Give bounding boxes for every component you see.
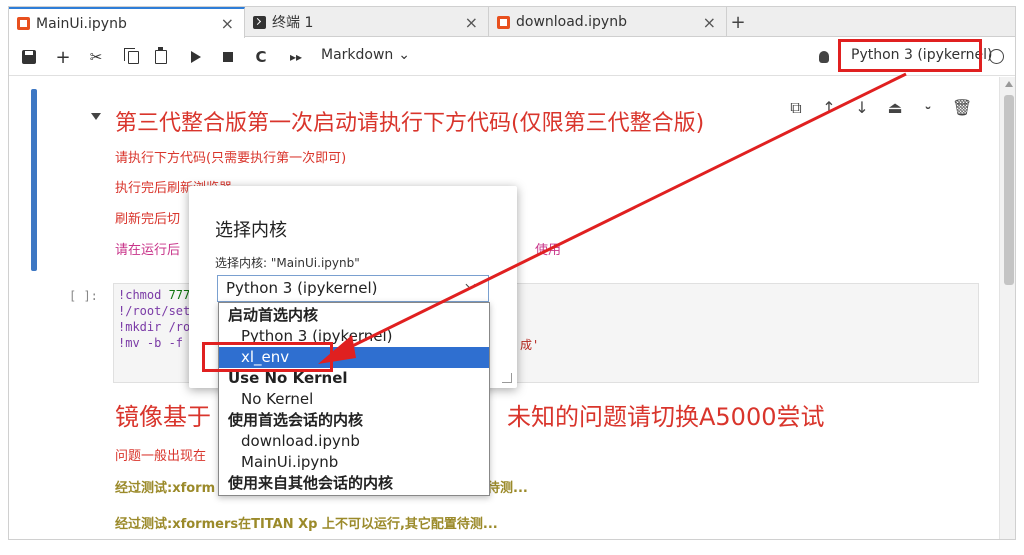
duplicate-cell-icon[interactable]: ⧉ xyxy=(787,99,805,117)
paste-icon xyxy=(155,47,167,64)
collapse-icon[interactable] xyxy=(91,113,101,120)
section-heading-left: 镜像基于 xyxy=(115,403,211,431)
dropdown-option[interactable]: MainUi.ipynb xyxy=(219,452,489,473)
dropdown-group-header: 启动首选内核 xyxy=(228,306,319,324)
section-heading-right: 未知的问题请切换A5000尝试 xyxy=(507,403,825,431)
kernel-select-value: Python 3 (ipykernel) xyxy=(226,279,378,297)
section-line: 经过测试:xformers在TITAN Xp 上不可以运行,其它配置待测... xyxy=(115,517,498,532)
insert-cell-button[interactable]: + xyxy=(55,47,71,68)
insert-below-icon[interactable]: ⏑ xyxy=(919,99,937,117)
cell-toolbar: ⧉ ↑ ↓ ⏏ ⏑ 🗑 xyxy=(787,99,972,117)
kernel-select[interactable]: Python 3 (ipykernel) xyxy=(217,275,489,302)
stop-button[interactable] xyxy=(221,47,235,67)
section-line-tail: 待测... xyxy=(487,481,528,496)
markdown-line: 请在运行后 xyxy=(115,243,181,258)
cut-button[interactable]: ✂ xyxy=(87,47,105,67)
dialog-title: 选择内核 xyxy=(215,220,287,241)
copy-button[interactable] xyxy=(123,47,141,67)
delete-cell-icon[interactable]: 🗑 xyxy=(952,99,972,117)
dropdown-group-header: 使用首选会话的内核 xyxy=(228,411,364,429)
tab-terminal[interactable]: 终端 1 × xyxy=(245,7,489,37)
code-line-tail: 成' xyxy=(520,338,540,352)
section-line: 问题一般出现在 xyxy=(115,449,207,464)
tab-label: MainUi.ipynb xyxy=(36,15,127,32)
dropdown-group-header: 使用来自其他会话的内核 xyxy=(228,474,394,492)
run-all-button[interactable]: ▸▸ xyxy=(287,47,305,67)
notebook-icon xyxy=(497,15,510,29)
vertical-scrollbar[interactable] xyxy=(999,77,1015,539)
annotation-highlight-option xyxy=(202,342,333,372)
markdown-line-tail: 使用 xyxy=(535,243,562,258)
move-down-icon[interactable]: ↓ xyxy=(853,99,871,117)
close-icon[interactable]: × xyxy=(703,13,716,32)
section-line: 经过测试:xform xyxy=(115,481,216,496)
markdown-line: 请执行下方代码(只需要执行第一次即可) xyxy=(115,151,347,166)
code-line: !chmod 777 xyxy=(118,288,191,302)
copy-icon xyxy=(123,47,139,64)
scroll-up-icon[interactable] xyxy=(1005,81,1013,87)
close-icon[interactable]: × xyxy=(465,13,478,32)
chevron-down-icon: ⌄ xyxy=(398,47,411,63)
notebook-icon xyxy=(17,17,30,30)
save-icon xyxy=(22,50,36,64)
annotation-highlight-kernel xyxy=(838,39,982,72)
tab-label: download.ipynb xyxy=(516,14,627,30)
debugger-icon[interactable] xyxy=(819,51,829,63)
move-up-icon[interactable]: ↑ xyxy=(820,99,838,117)
tab-label: 终端 1 xyxy=(272,15,314,31)
run-icon xyxy=(191,51,201,63)
save-button[interactable] xyxy=(21,47,37,67)
markdown-heading: 第三代整合版第一次启动请执行下方代码(仅限第三代整合版) xyxy=(115,111,705,136)
paste-button[interactable] xyxy=(153,47,169,67)
restart-button[interactable]: C xyxy=(253,47,269,67)
dialog-label: 选择内核: "MainUi.ipynb" xyxy=(215,256,360,270)
cell-prompt: [ ]: xyxy=(69,289,98,303)
tab-mainui[interactable]: MainUi.ipynb × xyxy=(9,7,245,38)
tab-bar: MainUi.ipynb × 终端 1 × download.ipynb × + xyxy=(9,7,1015,38)
dropdown-option[interactable]: download.ipynb xyxy=(219,431,489,452)
code-line: !mkdir /ro xyxy=(118,320,191,334)
close-icon[interactable]: × xyxy=(221,14,234,33)
run-button[interactable] xyxy=(189,47,203,67)
code-line: !/root/set xyxy=(118,304,191,318)
insert-above-icon[interactable]: ⏏ xyxy=(886,99,904,117)
terminal-icon xyxy=(253,15,266,29)
new-tab-button[interactable]: + xyxy=(727,7,749,37)
code-line: !mv -b -f xyxy=(118,336,184,350)
resize-grip-icon[interactable] xyxy=(502,373,512,383)
cell-type-label: Markdown xyxy=(321,47,394,63)
dropdown-option[interactable]: No Kernel xyxy=(219,389,489,410)
cell-type-select[interactable]: Markdown ⌄ xyxy=(321,47,410,63)
stop-icon xyxy=(223,52,233,62)
kernel-dropdown-list: 启动首选内核 Python 3 (ipykernel) xl_env Use N… xyxy=(218,302,490,496)
kernel-status-icon xyxy=(989,49,1004,64)
chevron-down-icon xyxy=(465,279,476,290)
markdown-line: 刷新完后切 xyxy=(115,212,181,227)
active-cell-indicator xyxy=(31,89,37,271)
scroll-thumb[interactable] xyxy=(1004,95,1014,285)
tab-download[interactable]: download.ipynb × xyxy=(489,7,727,37)
